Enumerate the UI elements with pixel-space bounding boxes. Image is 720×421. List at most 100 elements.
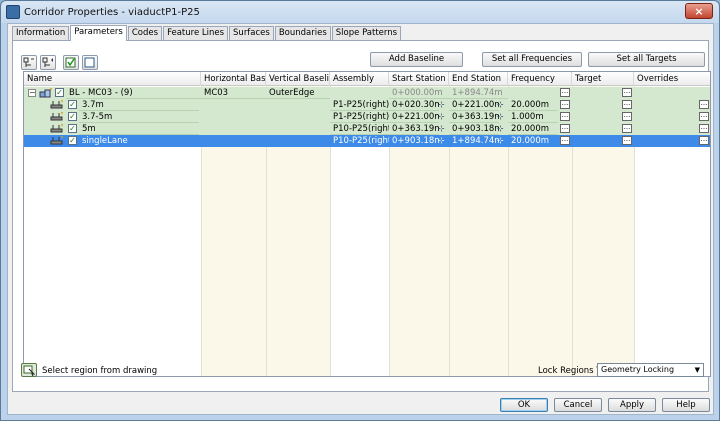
frequency-edit-button[interactable]: ... [560,136,570,145]
select-region-button[interactable] [21,363,37,377]
add-baseline-button[interactable]: Add Baseline [370,52,463,67]
col-header-assembly[interactable]: Assembly [330,72,389,86]
region-start-station[interactable]: 0+020.30m [389,99,439,111]
region-icon [50,100,63,109]
region-end-station[interactable]: 0+363.19m [449,111,499,123]
col-header-frequency[interactable]: Frequency [508,72,572,86]
close-button[interactable]: × [685,3,713,19]
help-button[interactable]: Help [662,398,710,412]
target-edit-button[interactable]: ... [622,100,632,109]
baseline-start-station: 0+000.00m [389,87,449,99]
lock-regions-select[interactable]: Geometry Locking ▼ [597,363,704,377]
pick-start-station-icon[interactable]: ⊹ [438,100,447,109]
overrides-edit-button[interactable]: ... [699,136,709,145]
region-assembly[interactable]: P10-P25(right) [330,123,389,135]
pick-end-station-icon[interactable]: ⊹ [497,100,506,109]
col-header-name[interactable]: Name [24,72,201,86]
tab-slope-patterns[interactable]: Slope Patterns [331,26,402,40]
region-icon [50,136,63,145]
tab-codes[interactable]: Codes [127,26,163,40]
tab-information[interactable]: Information [12,26,70,40]
region-name[interactable]: 3.7-5m [79,111,199,123]
target-edit-button[interactable]: ... [622,112,632,121]
apply-button[interactable]: Apply [608,398,656,412]
region-checkbox[interactable]: ✓ [68,136,77,145]
target-edit-button[interactable]: ... [622,124,632,133]
frequency-edit-button[interactable]: ... [560,112,570,121]
overrides-edit-button[interactable]: ... [699,124,709,133]
col-header-end-station[interactable]: End Station [449,72,508,86]
region-start-station[interactable]: 0+363.19m [389,123,439,135]
checkbox-checked-icon [65,57,76,68]
region-end-station[interactable]: 0+903.18m [449,123,499,135]
collapse-toggle[interactable]: − [28,89,36,97]
set-all-frequencies-button[interactable]: Set all Frequencies [482,52,582,67]
region-frequency[interactable]: 20.000m [508,135,558,147]
checkbox-empty-icon [84,57,95,68]
tab-strip: Information Parameters Codes Feature Lin… [12,25,402,41]
dropdown-arrow-icon: ▼ [694,366,700,374]
app-icon [6,5,20,19]
tab-surfaces[interactable]: Surfaces [229,26,274,40]
tree-collapse-icon [23,57,34,67]
pick-start-station-icon[interactable]: ⊹ [438,112,447,121]
region-row[interactable]: ✓ 3.7m P1-P25(right) 0+020.30m ⊹ 0+221.00m ⊹ 20… [24,99,710,111]
pick-end-station-icon[interactable]: ⊹ [497,112,506,121]
baseline-end-station: 1+894.74m [449,87,508,99]
region-frequency[interactable]: 1.000m [508,111,558,123]
pick-end-station-icon[interactable]: ⊹ [497,136,506,145]
region-assembly[interactable]: P1-P25(right) [330,99,389,111]
pick-start-station-icon[interactable]: ⊹ [438,124,447,133]
frequency-edit-button[interactable]: ... [560,124,570,133]
col-header-horizontal-baseline[interactable]: Horizontal Bas... [201,72,266,86]
col-header-overrides[interactable]: Overrides [634,72,710,86]
baseline-vertical[interactable]: OuterEdge [266,87,330,99]
region-checkbox[interactable]: ✓ [68,112,77,121]
collapse-all-button[interactable] [21,55,37,70]
region-name[interactable]: 3.7m [79,99,199,111]
overrides-edit-button[interactable]: ... [699,112,709,121]
tab-feature-lines[interactable]: Feature Lines [163,26,229,40]
set-all-targets-button[interactable]: Set all Targets [588,52,705,67]
baseline-checkbox[interactable]: ✓ [55,88,64,97]
region-checkbox[interactable]: ✓ [68,100,77,109]
check-all-button[interactable] [63,55,79,70]
col-header-start-station[interactable]: Start Station [389,72,449,86]
region-frequency[interactable]: 20.000m [508,123,558,135]
ok-button[interactable]: OK [500,398,548,412]
baseline-horizontal[interactable]: MC03 [201,87,266,99]
baseline-row[interactable]: − ✓ BL - MC03 - (9) MC03 OuterEdge 0+000… [24,87,710,99]
region-end-station[interactable]: 0+221.00m [449,99,499,111]
region-row[interactable]: ✓ 3.7-5m P1-P25(right) 0+221.00m ⊹ 0+363.19m ⊹… [24,111,710,123]
region-name[interactable]: 5m [79,123,199,135]
pick-region-icon [23,365,36,377]
region-end-station[interactable]: 1+894.74m [449,135,499,147]
region-assembly[interactable]: P10-P25(right) [330,135,389,147]
tree-expand-icon [42,57,53,67]
pick-end-station-icon[interactable]: ⊹ [497,124,506,133]
target-edit-button[interactable]: ... [622,136,632,145]
region-row[interactable]: ✓ 5m P10-P25(right) 0+363.19m ⊹ 0+903.18m ⊹ 20.… [24,123,710,135]
pick-start-station-icon[interactable]: ⊹ [438,136,447,145]
expand-all-button[interactable] [40,55,56,70]
region-assembly[interactable]: P1-P25(right) [330,111,389,123]
frequency-edit-button[interactable]: ... [560,100,570,109]
target-edit-button[interactable]: ... [622,88,632,97]
title-bar[interactable]: Corridor Properties - viaductP1-P25 × [1,1,719,23]
tab-parameters[interactable]: Parameters [70,25,127,41]
frequency-edit-button[interactable]: ... [560,88,570,97]
region-icon [50,124,63,133]
region-start-station[interactable]: 0+903.18m [389,135,439,147]
region-checkbox[interactable]: ✓ [68,124,77,133]
baseline-icon [39,88,52,98]
cancel-button[interactable]: Cancel [554,398,602,412]
tab-boundaries[interactable]: Boundaries [274,26,331,40]
col-header-vertical-baseline[interactable]: Vertical Baseline [266,72,330,86]
region-start-station[interactable]: 0+221.00m [389,111,439,123]
overrides-edit-button[interactable]: ... [699,100,709,109]
region-name[interactable]: singleLane [79,135,199,147]
uncheck-all-button[interactable] [82,55,98,70]
region-row[interactable]: ✓ singleLane P10-P25(right) 0+903.18m ⊹ 1+894… [24,135,710,147]
col-header-target[interactable]: Target [572,72,634,86]
region-frequency[interactable]: 20.000m [508,99,558,111]
